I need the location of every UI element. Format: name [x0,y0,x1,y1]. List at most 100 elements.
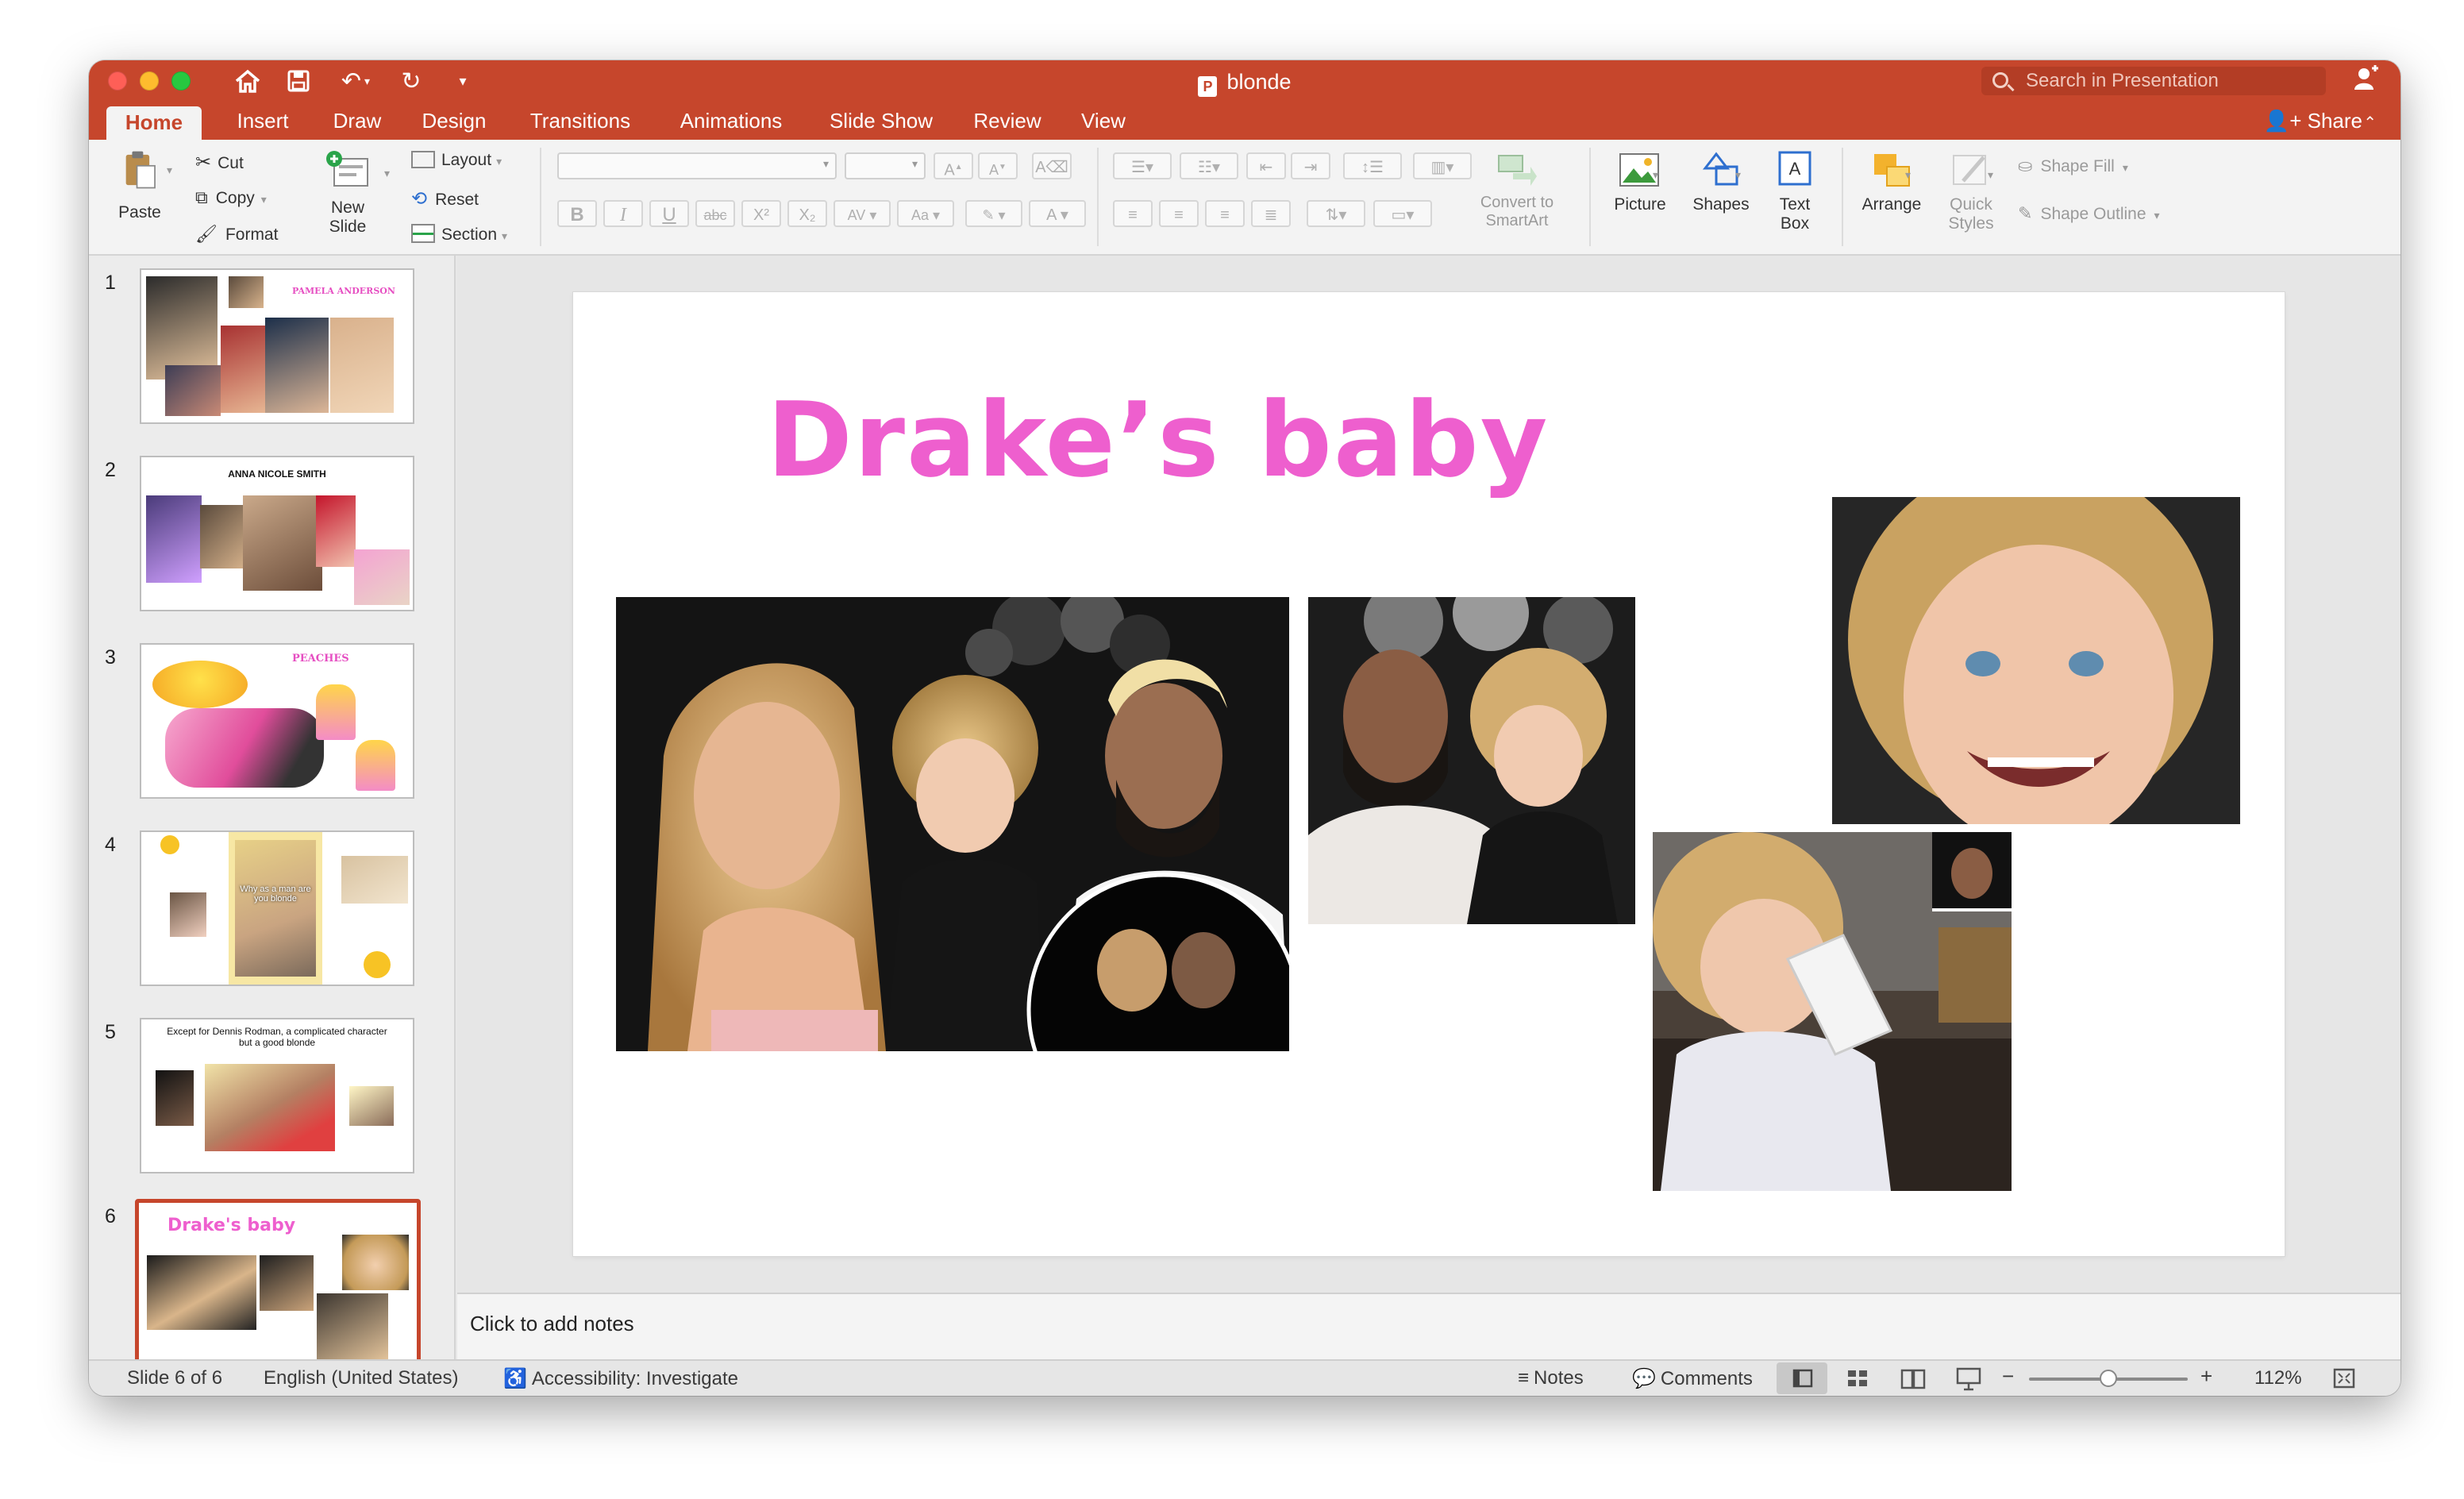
tab-animations[interactable]: Animations [662,102,800,140]
slide-title[interactable]: Drake’s baby [767,380,1549,500]
zoom-slider-thumb[interactable] [2100,1370,2117,1387]
shape-outline-button[interactable]: ✎ Shape Outline ▾ [2018,203,2160,224]
slide-editing-canvas[interactable]: Drake’s baby [457,256,2400,1293]
collapse-ribbon-icon[interactable]: ⌃ [2363,113,2377,133]
slide-thumbnail-3[interactable]: PEACHES [140,643,414,799]
increase-font-size-button[interactable]: A▲ [934,152,973,179]
paint-bucket-icon: ⛀ [2018,156,2033,175]
justify-icon[interactable]: ≣ [1251,200,1291,227]
drake-baby-photo[interactable] [1308,597,1635,924]
strikethrough-button[interactable]: abc [695,200,735,227]
reading-view-button[interactable] [1888,1362,1938,1394]
tab-design[interactable]: Design [410,102,499,140]
reset-button[interactable]: ⟲ Reset [411,187,479,210]
align-text-icon[interactable]: ▭▾ [1373,200,1432,227]
tab-review[interactable]: Review [962,102,1053,140]
text-direction-icon[interactable]: ⇅▾ [1307,200,1365,227]
language-indicator[interactable]: English (United States) [264,1367,458,1389]
line-spacing-icon[interactable]: ↕☰ [1343,152,1402,179]
picture-dropdown-icon[interactable]: ▾ [1653,168,1658,182]
slide-thumbnail-2[interactable]: ANNA NICOLE SMITH [140,456,414,611]
notes-toggle-button[interactable]: ≡ Notes [1518,1367,1584,1389]
fit-to-window-icon[interactable] [2332,1367,2356,1395]
tab-home[interactable]: Home [106,106,202,140]
share-button[interactable]: 👤+ Share [2264,102,2362,140]
align-left-icon[interactable]: ≡ [1113,200,1153,227]
accessibility-checker[interactable]: ♿ Accessibility: Investigate [503,1367,738,1390]
notes-placeholder[interactable]: Click to add notes [470,1312,634,1336]
align-right-icon[interactable]: ≡ [1205,200,1245,227]
normal-view-button[interactable] [1777,1362,1827,1394]
quick-styles-button[interactable]: Quick Styles [1927,149,2015,233]
text-box-icon: A [1778,151,1811,186]
decrease-font-size-button[interactable]: A▼ [978,152,1018,179]
family-photo-image [616,597,1289,1051]
new-slide-button[interactable]: New Slide [316,149,379,237]
baby-drinking-photo[interactable] [1653,832,2012,1191]
smiling-baby-photo[interactable] [1832,497,2240,824]
tab-transitions[interactable]: Transitions [514,102,646,140]
format-painter-button[interactable]: 🖌 Format [195,224,278,245]
numbering-icon[interactable]: ☷▾ [1180,152,1238,179]
current-slide[interactable]: Drake’s baby [573,292,2285,1256]
thumbnail-photo [205,1064,335,1151]
tab-draw[interactable]: Draw [319,102,395,140]
font-size-select[interactable]: ▾ [845,152,926,179]
slide-thumbnail-1[interactable]: PAMELA ANDERSON [140,268,414,424]
thumbnail-illustration [152,661,248,708]
zoom-level[interactable]: 112% [2254,1367,2302,1389]
thumbnail-number: 1 [105,272,116,294]
paste-dropdown-icon[interactable]: ▾ [167,164,172,177]
slide-thumbnail-5[interactable]: Except for Dennis Rodman, a complicated … [140,1018,414,1173]
decrease-indent-icon[interactable]: ⇤ [1246,152,1286,179]
quick-styles-dropdown-icon[interactable]: ▾ [1988,168,1993,182]
shapes-dropdown-icon[interactable]: ▾ [1735,168,1741,182]
tab-view[interactable]: View [1065,102,1142,140]
italic-button[interactable]: I [603,200,643,227]
tab-slide-show[interactable]: Slide Show [814,102,948,140]
family-photo[interactable] [616,597,1289,1051]
tab-insert[interactable]: Insert [219,102,306,140]
clear-formatting-icon[interactable]: A⌫ [1032,152,1072,179]
character-spacing-button[interactable]: AV ▾ [834,200,891,227]
shapes-button[interactable]: Shapes [1673,149,1769,214]
slide-show-view-button[interactable] [1943,1362,1994,1394]
convert-to-smartart-button[interactable]: Convert to SmartArt [1457,149,1577,230]
arrange-button[interactable]: Arrange [1848,149,1935,214]
subscript-button[interactable]: X₂ [787,200,827,227]
change-case-button[interactable]: Aa ▾ [897,200,954,227]
account-icon[interactable] [2350,65,2381,97]
increase-indent-icon[interactable]: ⇥ [1291,152,1330,179]
zoom-out-button[interactable]: − [2002,1364,2014,1389]
layout-icon [411,151,435,168]
text-box-button[interactable]: A Text Box [1759,149,1831,233]
thumbnail-photo [341,856,408,904]
underline-button[interactable]: U [649,200,689,227]
section-button[interactable]: Section ▾ [411,224,507,245]
layout-button[interactable]: Layout ▾ [411,151,502,170]
bullets-icon[interactable]: ☰▾ [1113,152,1172,179]
svg-text:A: A [1789,159,1801,179]
arrange-dropdown-icon[interactable]: ▾ [1905,168,1911,182]
paste-button[interactable]: Paste [105,149,175,222]
thumbnail-number: 3 [105,646,116,669]
bold-button[interactable]: B [557,200,597,227]
notes-pane[interactable]: Click to add notes [457,1293,2400,1359]
slide-sorter-view-button[interactable] [1832,1362,1883,1394]
slide-thumbnail-6[interactable]: Drake's baby [135,1199,421,1359]
powerpoint-window: ↶ ▾ ↻ ▾ Pblonde Search in Presentation Ho… [89,60,2400,1396]
comments-toggle-button[interactable]: 💬 Comments [1632,1367,1753,1390]
cut-button[interactable]: ✂ Cut [195,151,244,174]
align-center-icon[interactable]: ≡ [1159,200,1199,227]
new-slide-dropdown-icon[interactable]: ▾ [384,167,390,180]
slide-thumbnail-4[interactable]: Why as a man are you blonde [140,830,414,986]
highlight-icon[interactable]: ✎ ▾ [965,200,1022,227]
font-name-select[interactable]: ▾ [557,152,837,179]
shape-fill-button[interactable]: ⛀ Shape Fill ▾ [2018,156,2128,176]
search-input[interactable]: Search in Presentation [1981,67,2326,95]
zoom-in-button[interactable]: + [2200,1364,2212,1389]
copy-button[interactable]: ⧉ Copy ▾ [195,187,267,208]
thumbnail-photo [342,1235,409,1290]
font-color-icon[interactable]: A ▾ [1029,200,1086,227]
superscript-button[interactable]: X² [741,200,781,227]
